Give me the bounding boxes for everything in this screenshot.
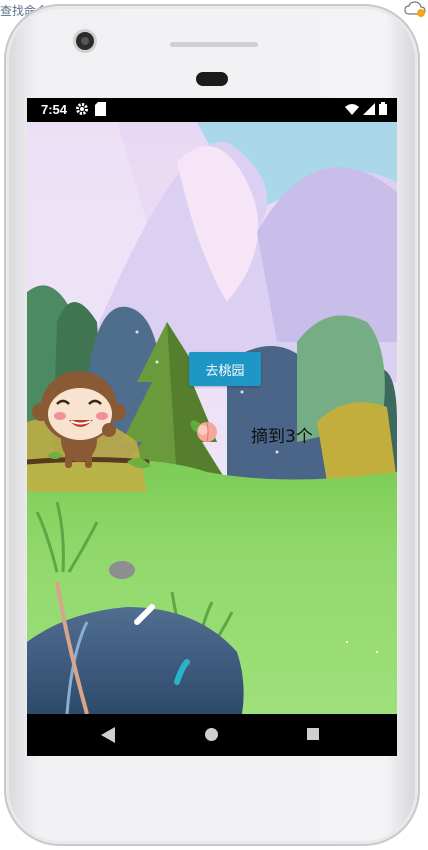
navigation-bar [27, 714, 397, 756]
go-peach-garden-button[interactable]: 去桃园 [189, 352, 261, 386]
phone-frame: 7:54 去桃园 摘到3个 [4, 4, 420, 846]
scene-illustration [27, 122, 397, 714]
signal-icon [363, 102, 375, 118]
rock [109, 561, 135, 579]
gear-icon [75, 102, 89, 119]
phone-screen: 7:54 去桃园 摘到3个 [27, 98, 397, 756]
peach-garden-scene: 去桃园 摘到3个 [27, 122, 397, 714]
front-camera [76, 32, 94, 50]
battery-icon [379, 102, 387, 118]
recents-icon[interactable] [307, 728, 319, 740]
picked-count-label: 摘到3个 [251, 427, 313, 447]
status-bar: 7:54 [27, 98, 397, 122]
wifi-icon [345, 103, 359, 118]
cloud-sync-icon[interactable] [404, 0, 426, 22]
status-right-icons [345, 102, 387, 118]
status-time: 7:54 [41, 102, 68, 117]
back-icon[interactable] [101, 727, 115, 747]
earpiece [196, 72, 228, 86]
sd-card-icon [95, 102, 106, 119]
speaker-grille [170, 42, 258, 47]
home-icon[interactable] [205, 728, 218, 741]
